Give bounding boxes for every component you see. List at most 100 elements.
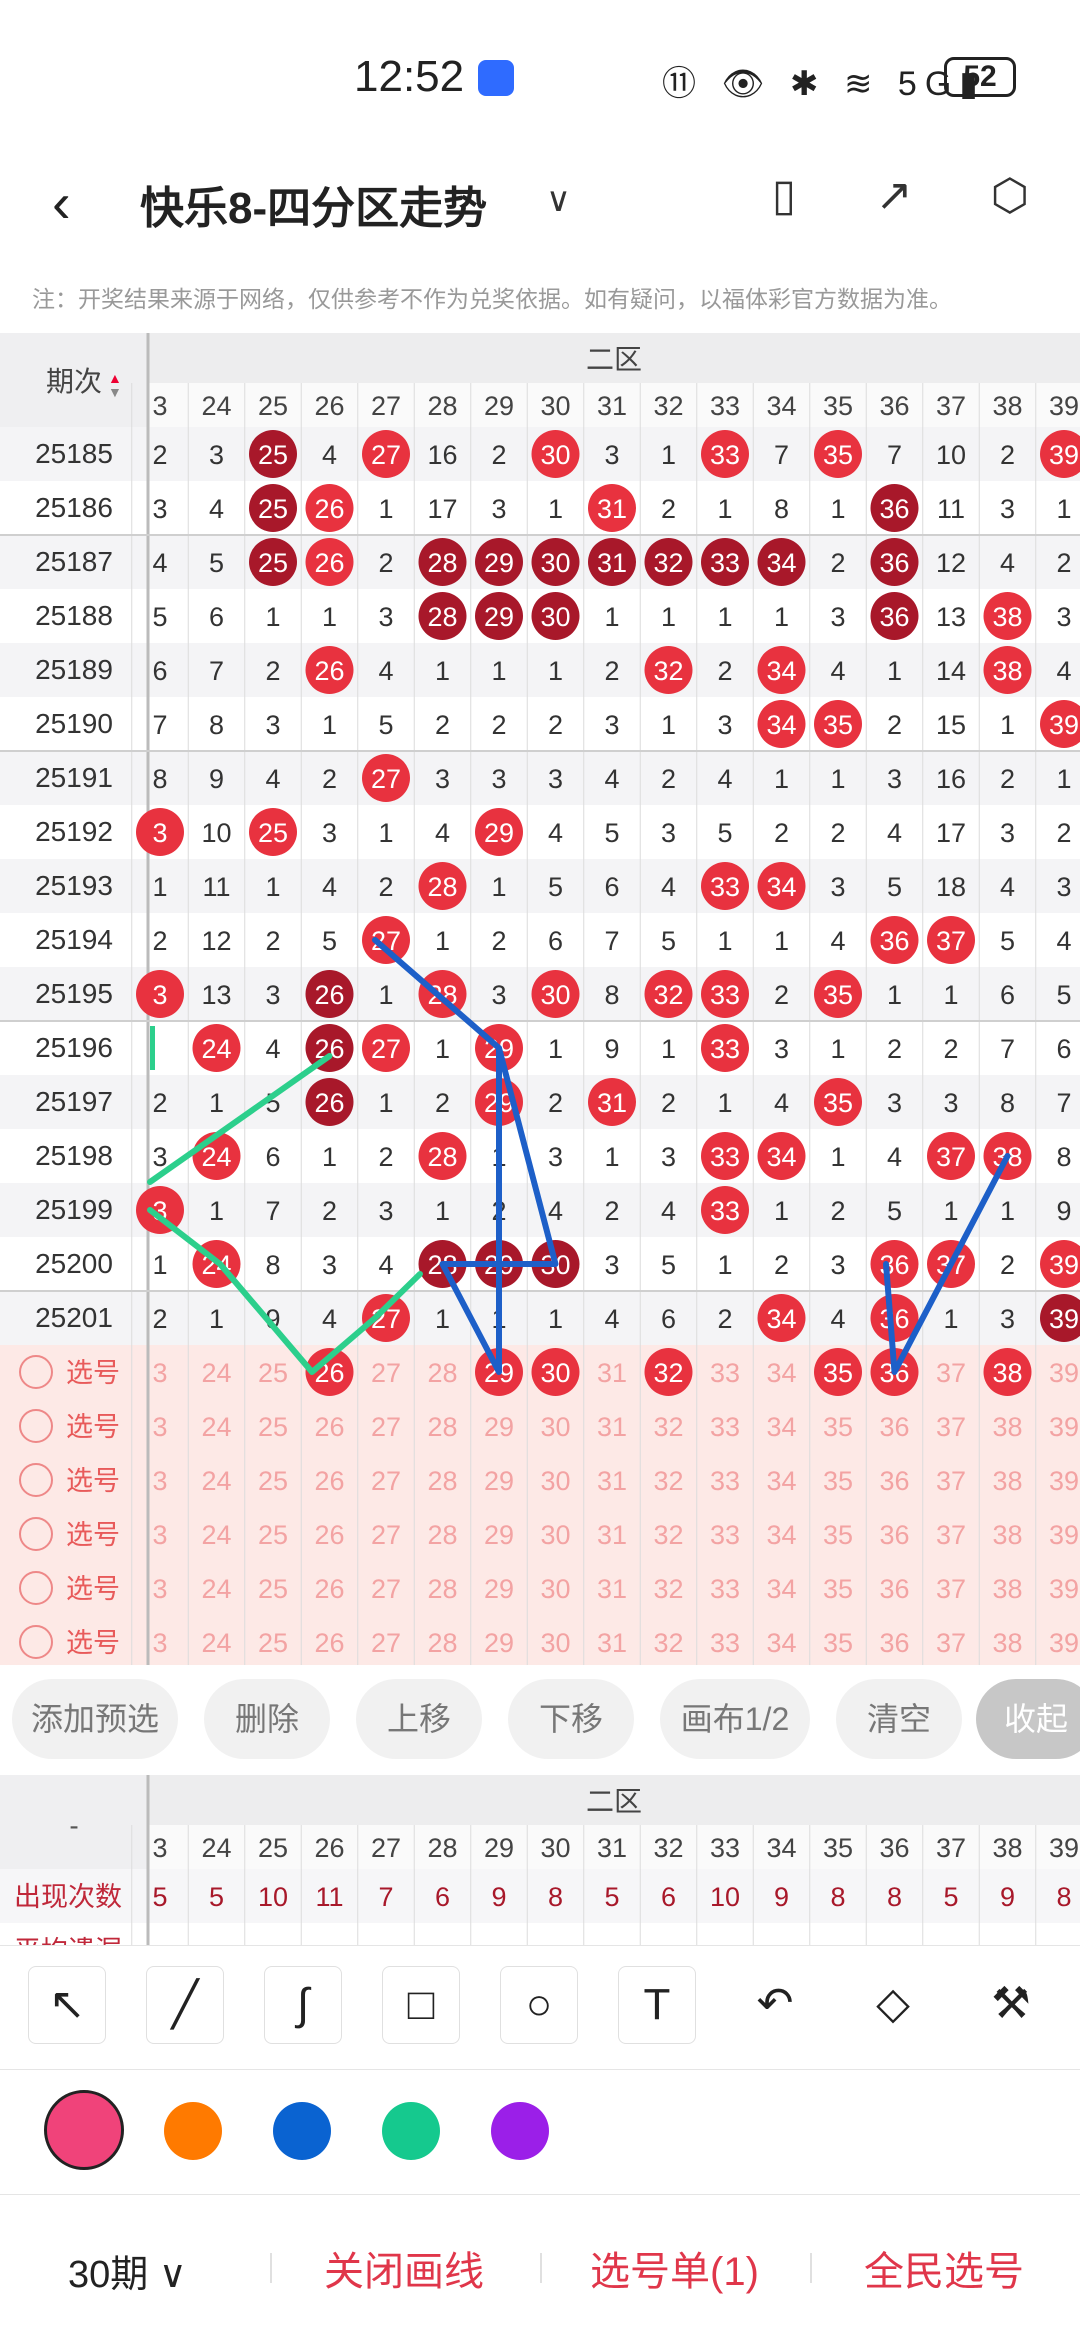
back-arrow-icon[interactable]: ‹: [52, 170, 71, 235]
stats-column-number: 29: [484, 1833, 514, 1863]
miss-count: 1: [943, 1304, 958, 1334]
miss-count: 2: [604, 656, 619, 686]
status-icons: ⑪ 👁 ✱ ≋ 5G▮: [662, 65, 986, 103]
canvas-page-button[interactable]: 画布1/2: [660, 1679, 810, 1759]
miss-count: 1: [1056, 764, 1071, 794]
trend-table[interactable]: 期次 ▲ ▼ 二区 3 24 25 26 27 28 29 30 31 32 33 34 35 36 37 38 39 2…: [0, 333, 1080, 1665]
miss-count: 1: [491, 656, 506, 686]
add-preselect-button[interactable]: 添加预选: [12, 1679, 178, 1759]
miss-count: 3: [322, 818, 337, 848]
color-orange-swatch[interactable]: [164, 2102, 222, 2160]
pick-number: 30: [540, 1466, 570, 1496]
color-pink-swatch[interactable]: [44, 2090, 124, 2170]
pick-number: 25: [258, 1466, 288, 1496]
pick-number: 28: [427, 1628, 457, 1658]
miss-count: 2: [491, 926, 506, 956]
pick-number: 32: [653, 1574, 683, 1604]
pick-number: 31: [597, 1466, 627, 1496]
ball-number: 30: [540, 548, 570, 578]
pick-number: 24: [201, 1574, 231, 1604]
miss-count: 2: [887, 1034, 902, 1064]
ball-number: 26: [314, 980, 344, 1010]
miss-count: 1: [661, 440, 676, 470]
miss-count: 3: [887, 764, 902, 794]
miss-count: 4: [209, 494, 224, 524]
miss-count: 13: [936, 602, 966, 632]
ball-number: 26: [314, 494, 344, 524]
pick-number: 32: [653, 1466, 683, 1496]
miss-count: 1: [548, 494, 563, 524]
rectangle-icon[interactable]: □: [382, 1966, 460, 2044]
issue-number: 25193: [35, 870, 113, 901]
miss-count: 3: [1000, 494, 1015, 524]
selected-ball-number: 35: [823, 1358, 853, 1388]
screen-split-icon[interactable]: ▯: [756, 168, 812, 224]
issue-number: 25186: [35, 492, 113, 523]
curve-icon[interactable]: ∫: [264, 1966, 342, 2044]
pick-number: 39: [1049, 1358, 1079, 1388]
miss-count: 11: [937, 494, 965, 524]
miss-count: 4: [1056, 926, 1071, 956]
share-icon[interactable]: ↗: [866, 168, 922, 224]
pick-number: 26: [314, 1574, 344, 1604]
ball-number: 39: [1049, 1250, 1079, 1280]
miss-count: 1: [1000, 710, 1015, 740]
miss-count: 5: [209, 548, 224, 578]
miss-count: 1: [1000, 1196, 1015, 1226]
undo-icon[interactable]: ↶: [736, 1966, 814, 2044]
eraser-icon[interactable]: ◇: [854, 1966, 932, 2044]
trend-grid-canvas[interactable]: 期次 ▲▼二区3 24 25 26 27 28 29 30 31 32 33 34 35 36 37 38 392…: [0, 333, 1080, 1665]
pick-number: 26: [314, 1628, 344, 1658]
pick-row-label: 选号: [66, 1628, 120, 1658]
miss-count: 5: [152, 602, 167, 632]
clear-brush-icon[interactable]: ⚒: [972, 1966, 1050, 2044]
pick-actions: 添加预选 删除 上移 下移 画布1/2 清空 收起: [0, 1665, 1080, 1775]
clear-button[interactable]: 清空: [836, 1679, 962, 1759]
miss-count: 4: [830, 656, 845, 686]
arrow-icon[interactable]: ↖: [28, 1966, 106, 2044]
miss-count: 1: [830, 494, 845, 524]
pick-number: 38: [992, 1520, 1022, 1550]
circle-icon[interactable]: ○: [500, 1966, 578, 2044]
issue-number: 25191: [35, 762, 113, 793]
ball-number: 25: [258, 494, 288, 524]
stats-header-label: -: [69, 1810, 78, 1841]
page-title[interactable]: 快乐8-四分区走势: [140, 172, 487, 236]
miss-count: 3: [887, 1088, 902, 1118]
pick-number: 31: [597, 1628, 627, 1658]
ball-number: 26: [314, 656, 344, 686]
period-selector[interactable]: 30期 ∨: [68, 2243, 187, 2298]
stats-value: 8: [887, 1882, 902, 1912]
color-purple-swatch[interactable]: [491, 2102, 549, 2160]
pick-row-label: 选号: [66, 1412, 120, 1442]
move-up-button[interactable]: 上移: [356, 1679, 482, 1759]
divider: [540, 2253, 542, 2283]
miss-count: 2: [152, 926, 167, 956]
color-green-swatch[interactable]: [382, 2102, 440, 2160]
ball-number: 39: [1049, 440, 1079, 470]
national-pick-button[interactable]: 全民选号: [864, 2239, 1024, 2297]
settings-icon[interactable]: ⬡: [982, 168, 1038, 224]
ball-number: 33: [710, 1196, 740, 1226]
miss-count: 5: [717, 818, 732, 848]
collapse-button[interactable]: 收起: [976, 1679, 1080, 1759]
miss-count: 1: [152, 872, 167, 902]
text-icon[interactable]: T: [618, 1966, 696, 2044]
pick-number: 34: [766, 1358, 796, 1388]
stats-value: 5: [943, 1882, 958, 1912]
chevron-down-icon[interactable]: ∨: [546, 180, 571, 220]
miss-count: 4: [435, 818, 450, 848]
move-down-button[interactable]: 下移: [508, 1679, 634, 1759]
issue-number: 25190: [35, 708, 113, 739]
stats-value: 7: [378, 1882, 393, 1912]
ball-number: 34: [766, 1304, 796, 1334]
delete-button[interactable]: 删除: [204, 1679, 330, 1759]
pick-number: 25: [258, 1628, 288, 1658]
close-lines-button[interactable]: 关闭画线: [324, 2239, 484, 2297]
miss-count: 2: [717, 1304, 732, 1334]
pick-number: 3: [152, 1358, 167, 1388]
color-blue-swatch[interactable]: [273, 2102, 331, 2160]
pick-list-button[interactable]: 选号单(1): [590, 2239, 759, 2297]
line-icon[interactable]: ╱: [146, 1966, 224, 2044]
pick-number: 31: [597, 1574, 627, 1604]
